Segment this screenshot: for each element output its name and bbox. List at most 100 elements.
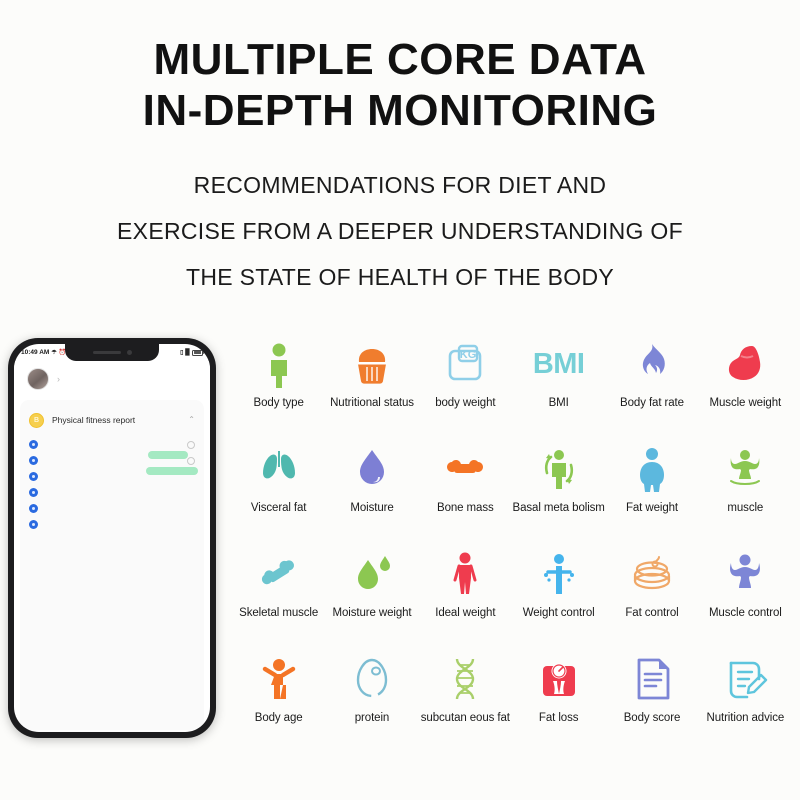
subheadline-line-3: THE STATE OF HEALTH OF THE BODY (185, 264, 615, 291)
metric-cell[interactable]: Fat weight (605, 435, 698, 540)
headline-block: MULTIPLE CORE DATA IN-DEPTH MONITORING (0, 0, 800, 136)
metric-cell-label: Moisture (350, 502, 394, 514)
sim-icon: ▯ (180, 350, 184, 356)
fat-control-icon (605, 546, 698, 602)
fitness-report-header[interactable]: B Physical fitness report ⌃ (20, 407, 204, 433)
metabolism-icon (512, 441, 605, 497)
metric-cell-label: Basal meta bolism (512, 502, 605, 514)
metric-cell[interactable]: Nutrition advice (699, 645, 792, 750)
metric-bullet-icon (29, 488, 38, 497)
metric-cell-label: Visceral fat (250, 502, 307, 514)
metric-cell-label: Muscle weight (709, 397, 782, 409)
speaker-icon (92, 351, 121, 354)
metric-progress-pill (148, 451, 188, 459)
metric-cell[interactable]: muscle (699, 435, 792, 540)
metric-cell-label: Nutritional status (330, 397, 414, 409)
metric-cell[interactable]: Body fat rate (605, 330, 698, 435)
metric-cell[interactable]: Basal meta bolism (512, 435, 605, 540)
metric-cell[interactable]: Visceral fat (232, 435, 325, 540)
metric-cell-label: muscle (727, 502, 764, 514)
moisture-weight-icon (325, 546, 418, 602)
bicep-icon (699, 336, 792, 392)
metric-cell[interactable]: Weight control (512, 540, 605, 645)
kg-scale-icon: KG (419, 336, 512, 392)
metric-icon-grid: Body type Nutritional status KG body weight… (232, 330, 792, 750)
muscle-control-icon (699, 546, 792, 602)
subheadline-line-1: RECOMMENDATIONS FOR DIET AND (193, 172, 607, 199)
metric-row[interactable] (20, 488, 204, 497)
metric-cell[interactable]: Body type (232, 330, 325, 435)
headline-line-1: MULTIPLE CORE DATA (153, 35, 647, 84)
report-badge-icon: B (29, 412, 44, 428)
metric-cell[interactable]: KG body weight (419, 330, 512, 435)
metric-bullet-icon (29, 456, 38, 465)
metric-cell[interactable]: Ideal weight (419, 540, 512, 645)
metric-cell[interactable]: protein (325, 645, 418, 750)
phone-mockup: 10:49 AM ☂ ⏰ ▯ ▉ › B Physical fitness re… (8, 338, 216, 738)
metric-cell[interactable]: Muscle weight (699, 330, 792, 435)
metric-cell[interactable]: Fat control (605, 540, 698, 645)
metric-row[interactable] (20, 520, 204, 529)
egg-protein-icon (325, 651, 418, 707)
metric-bullet-icon (29, 472, 38, 481)
weight-control-icon (512, 546, 605, 602)
metric-cell[interactable]: BMI BMI (512, 330, 605, 435)
status-time: 10:49 AM (21, 349, 50, 356)
water-drop-icon (325, 441, 418, 497)
body-age-icon (232, 651, 325, 707)
profile-row[interactable]: › (14, 361, 210, 397)
metric-list (20, 440, 204, 529)
signal-icon: ▉ (185, 350, 190, 356)
metric-row[interactable] (20, 504, 204, 513)
bone-icon (419, 441, 512, 497)
muscle-figure-icon (699, 441, 792, 497)
metric-cell-label: Body age (254, 712, 303, 724)
metric-info-icon[interactable] (187, 440, 195, 449)
metric-cell-label: subcutan eous fat (420, 712, 510, 724)
metric-cell[interactable]: Moisture weight (325, 540, 418, 645)
svg-text:KG: KG (460, 349, 477, 361)
metric-cell-label: Fat loss (538, 712, 579, 724)
metric-cell-label: Body score (623, 712, 681, 724)
metric-cell[interactable]: Body score (605, 645, 698, 750)
metric-cell-label: Muscle control (708, 607, 782, 619)
front-camera-icon (126, 350, 132, 355)
headline-line-2: IN-DEPTH MONITORING (142, 86, 658, 136)
metric-cell[interactable]: Bone mass (419, 435, 512, 540)
metric-bullet-icon (29, 440, 38, 449)
metric-cell-label: Body type (253, 397, 304, 409)
status-bar-left: 10:49 AM ☂ ⏰ (21, 349, 66, 356)
mute-icon: ☂ (51, 350, 57, 356)
status-bar-right: ▯ ▉ (180, 349, 204, 356)
chevron-up-icon[interactable]: ⌃ (188, 416, 195, 424)
skeletal-bone-icon (232, 546, 325, 602)
metric-row[interactable] (20, 440, 204, 459)
lungs-icon (232, 441, 325, 497)
chevron-right-icon[interactable]: › (57, 374, 60, 384)
ideal-body-icon (419, 546, 512, 602)
metric-cell[interactable]: subcutan eous fat (419, 645, 512, 750)
metric-cell[interactable]: Body age (232, 645, 325, 750)
metric-progress-pill (146, 467, 198, 475)
document-icon (605, 651, 698, 707)
metric-bullet-icon (29, 504, 38, 513)
metric-cell[interactable]: Muscle control (699, 540, 792, 645)
metric-cell-label: protein (354, 712, 390, 724)
avatar[interactable] (27, 368, 49, 390)
metric-cell[interactable]: Nutritional status (325, 330, 418, 435)
metric-cell[interactable]: Moisture (325, 435, 418, 540)
subheadline-block: RECOMMENDATIONS FOR DIET AND EXERCISE FR… (0, 162, 800, 300)
metric-cell-label: Weight control (522, 607, 595, 619)
metric-cell[interactable]: Skeletal muscle (232, 540, 325, 645)
dna-icon (419, 651, 512, 707)
metric-cell-label: Body fat rate (620, 397, 684, 409)
metric-info-icon[interactable] (187, 456, 195, 465)
subheadline-line-2: EXERCISE FROM A DEEPER UNDERSTANDING OF (117, 218, 683, 245)
fitness-report-title: Physical fitness report (52, 415, 136, 425)
metric-cell-label: Nutrition advice (706, 712, 785, 724)
metric-cell-label: Bone mass (437, 502, 494, 514)
note-edit-icon (699, 651, 792, 707)
heavy-person-icon (605, 441, 698, 497)
metric-cell-label: Fat weight (625, 502, 679, 514)
metric-cell[interactable]: Fat loss (512, 645, 605, 750)
